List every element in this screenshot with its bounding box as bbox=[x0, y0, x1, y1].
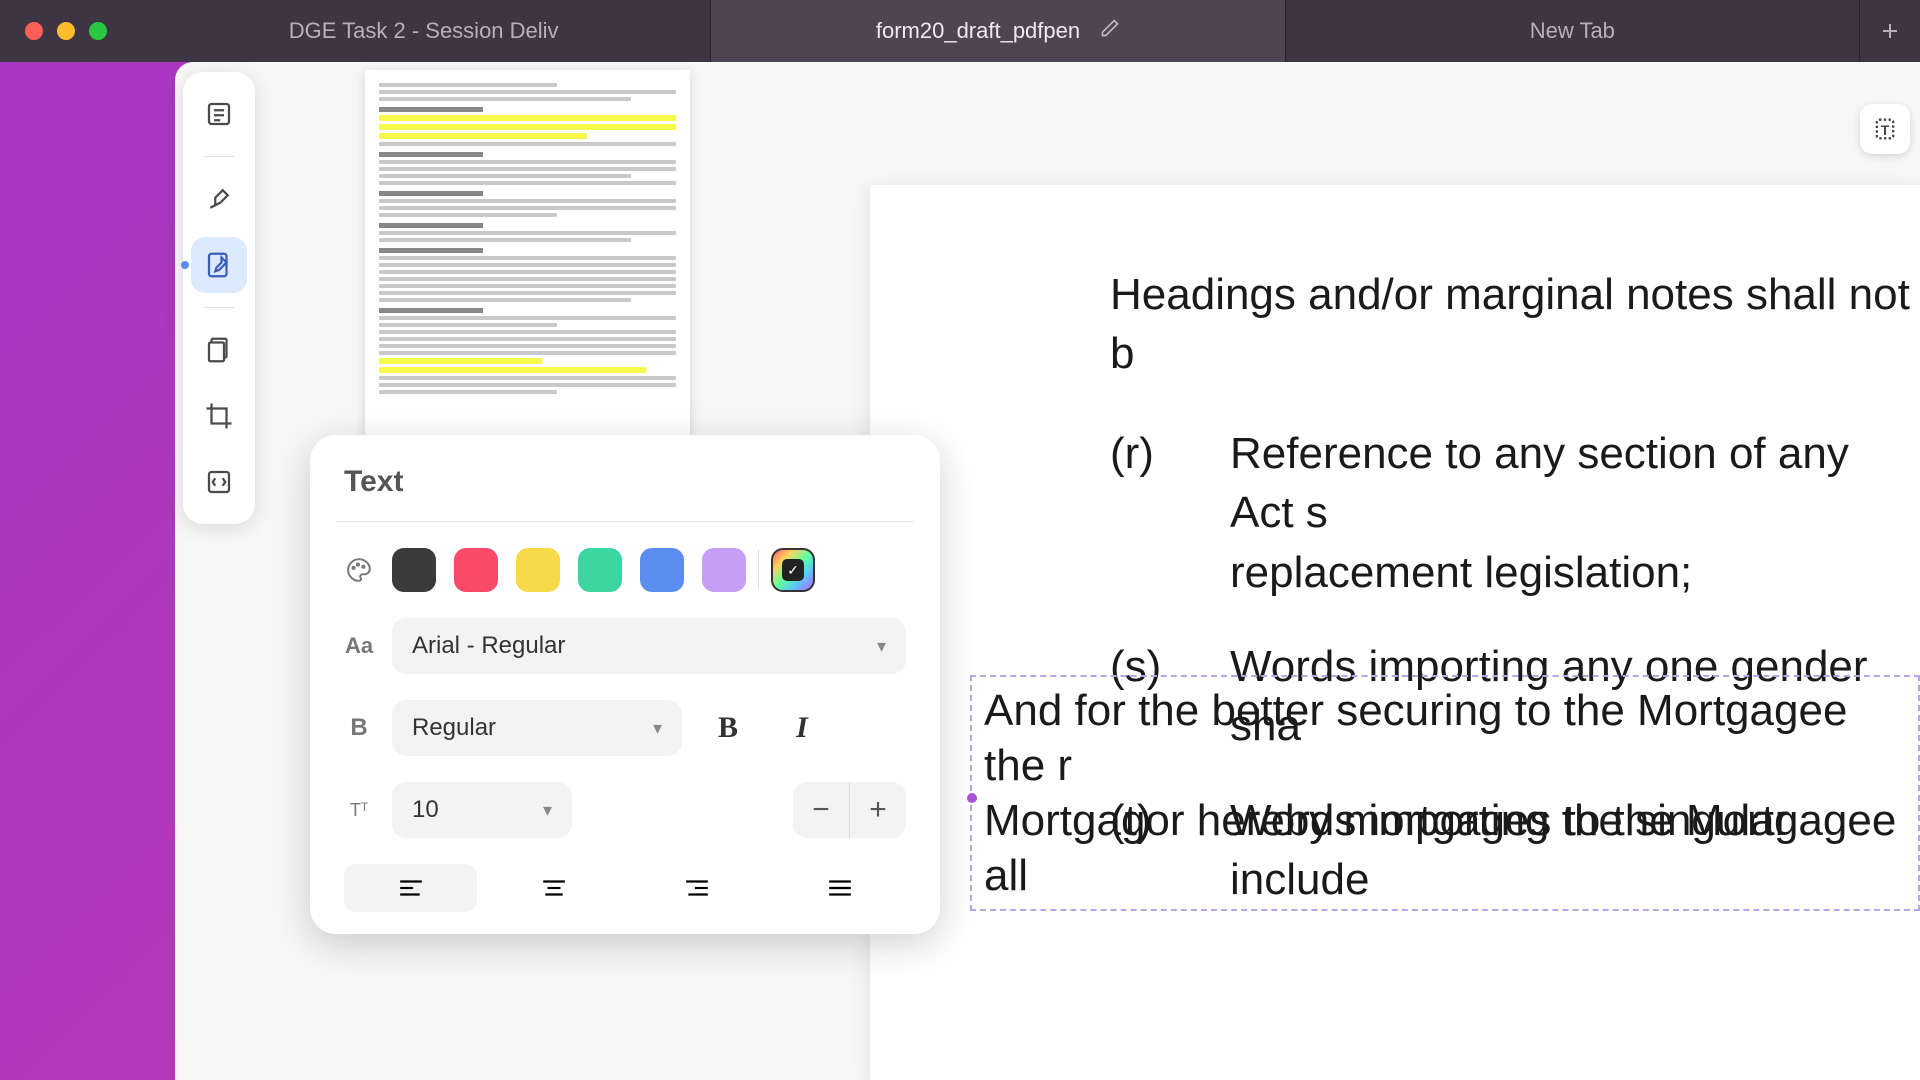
text-format-toggle-button[interactable]: T bbox=[1860, 104, 1910, 154]
close-window-button[interactable] bbox=[25, 22, 43, 40]
weight-icon: B bbox=[344, 714, 374, 742]
align-justify-button[interactable] bbox=[773, 864, 906, 912]
highlighter-tool-button[interactable] bbox=[191, 171, 247, 227]
svg-text:T: T bbox=[1881, 122, 1890, 138]
palette-icon bbox=[344, 557, 374, 583]
crop-tool-button[interactable] bbox=[191, 388, 247, 444]
size-value: 10 bbox=[412, 796, 439, 824]
font-icon: Aa bbox=[344, 633, 374, 659]
fullscreen-window-button[interactable] bbox=[89, 22, 107, 40]
alignment-row bbox=[336, 864, 914, 912]
resize-handle[interactable] bbox=[967, 793, 977, 803]
pencil-icon bbox=[1100, 18, 1120, 44]
weight-value: Regular bbox=[412, 714, 496, 742]
minimize-window-button[interactable] bbox=[57, 22, 75, 40]
size-row: TT 10 ▾ − + bbox=[336, 782, 914, 838]
window-titlebar: DGE Task 2 - Session Deliv form20_draft_… bbox=[0, 0, 1920, 62]
page-thumbnail[interactable] bbox=[365, 70, 690, 450]
doc-item: (r) Reference to any section of any Act … bbox=[1110, 424, 1920, 602]
size-stepper: − + bbox=[793, 782, 906, 838]
tab-label: New Tab bbox=[1530, 18, 1615, 44]
font-value: Arial - Regular bbox=[412, 632, 565, 660]
color-red-button[interactable] bbox=[454, 548, 498, 592]
align-right-button[interactable] bbox=[630, 864, 763, 912]
color-black-button[interactable] bbox=[392, 548, 436, 592]
tabs-container: DGE Task 2 - Session Deliv form20_draft_… bbox=[137, 0, 1860, 62]
document-page[interactable]: Headings and/or marginal notes shall not… bbox=[870, 185, 1920, 1080]
tab-item[interactable]: New Tab bbox=[1286, 0, 1860, 62]
weight-select[interactable]: Regular ▾ bbox=[392, 700, 682, 756]
toolbar-separator bbox=[204, 307, 234, 308]
tab-item[interactable]: DGE Task 2 - Session Deliv bbox=[137, 0, 711, 62]
color-row: ✓ bbox=[336, 548, 914, 592]
color-yellow-button[interactable] bbox=[516, 548, 560, 592]
font-row: Aa Arial - Regular ▾ bbox=[336, 618, 914, 674]
font-select[interactable]: Arial - Regular ▾ bbox=[392, 618, 906, 674]
bold-button[interactable]: B bbox=[700, 700, 756, 756]
weight-row: B Regular ▾ B I bbox=[336, 700, 914, 756]
custom-color-button[interactable]: ✓ bbox=[771, 548, 815, 592]
outline-tool-button[interactable] bbox=[191, 86, 247, 142]
increase-size-button[interactable]: + bbox=[850, 782, 906, 838]
tab-label: form20_draft_pdfpen bbox=[876, 18, 1080, 44]
italic-button[interactable]: I bbox=[774, 700, 830, 756]
doc-item-text: Reference to any section of any Act srep… bbox=[1230, 424, 1920, 602]
text-editing-box[interactable]: And for the better securing to the Mortg… bbox=[970, 675, 1920, 911]
annotate-tool-button[interactable] bbox=[191, 237, 247, 293]
align-center-button[interactable] bbox=[487, 864, 620, 912]
toolbar-separator bbox=[204, 156, 234, 157]
align-left-button[interactable] bbox=[344, 864, 477, 912]
text-size-icon: TT bbox=[344, 800, 374, 821]
chevron-down-icon: ▾ bbox=[877, 636, 886, 657]
size-select[interactable]: 10 ▾ bbox=[392, 782, 572, 838]
tab-item[interactable]: form20_draft_pdfpen bbox=[711, 0, 1285, 62]
tools-toolbar bbox=[183, 72, 255, 524]
traffic-lights bbox=[25, 22, 107, 40]
chevron-down-icon: ▾ bbox=[543, 800, 552, 821]
active-indicator-icon bbox=[181, 261, 189, 269]
tab-label: DGE Task 2 - Session Deliv bbox=[289, 18, 559, 44]
color-blue-button[interactable] bbox=[640, 548, 684, 592]
sync-tool-button[interactable] bbox=[191, 454, 247, 510]
color-divider bbox=[758, 550, 759, 590]
color-purple-button[interactable] bbox=[702, 548, 746, 592]
doc-item-marker: (r) bbox=[1110, 424, 1230, 602]
text-format-panel: Text ✓ Aa Arial - Regular ▾ B Regular ▾ … bbox=[310, 435, 940, 934]
add-tab-button[interactable] bbox=[1860, 19, 1920, 43]
decrease-size-button[interactable]: − bbox=[793, 782, 849, 838]
checkmark-icon: ✓ bbox=[782, 559, 804, 581]
pages-tool-button[interactable] bbox=[191, 322, 247, 378]
doc-heading-text: Headings and/or marginal notes shall not… bbox=[1110, 265, 1920, 384]
chevron-down-icon: ▾ bbox=[653, 718, 662, 739]
panel-title: Text bbox=[336, 465, 914, 522]
color-green-button[interactable] bbox=[578, 548, 622, 592]
